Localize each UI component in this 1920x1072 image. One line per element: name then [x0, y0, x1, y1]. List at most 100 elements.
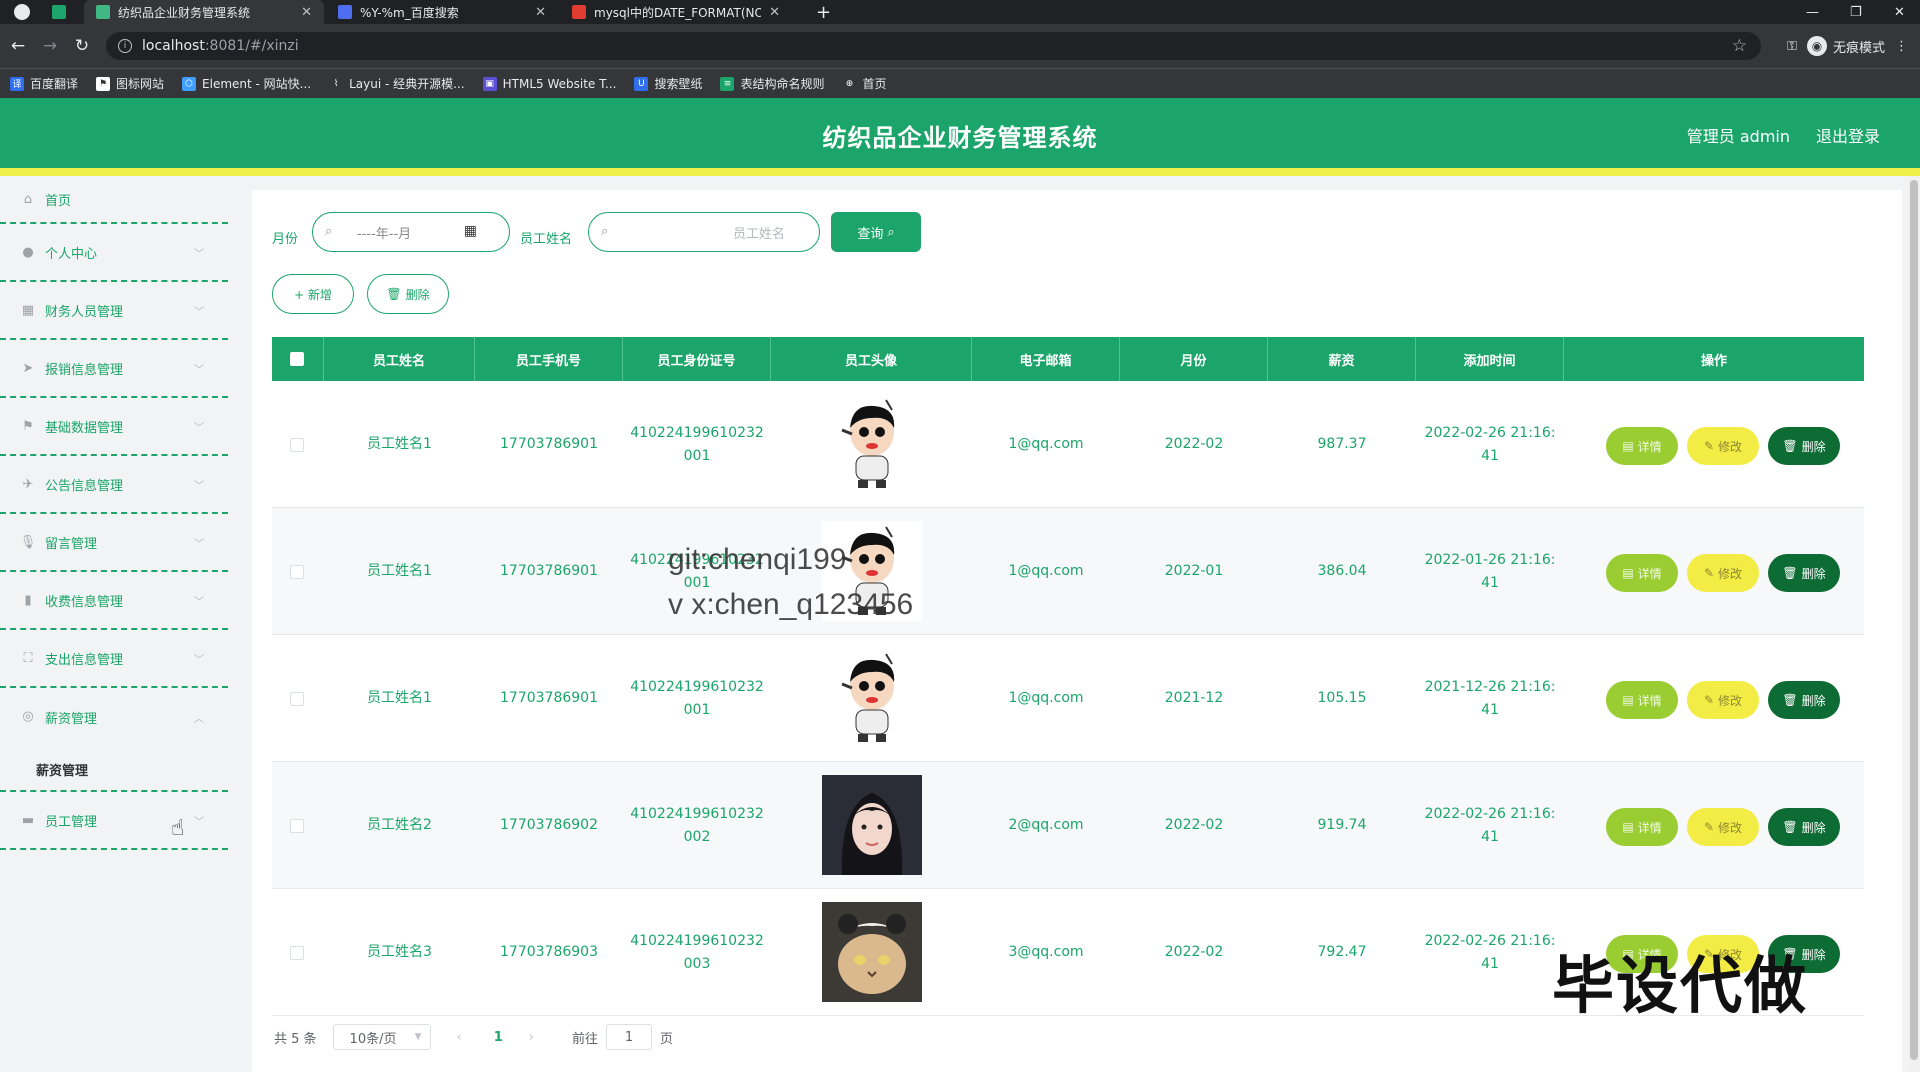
next-page-icon[interactable]: ›	[529, 1030, 534, 1045]
edit-button[interactable]: ✎ 修改	[1687, 554, 1759, 592]
sidebar-item-salary[interactable]: ◎ 薪资管理 ︿ 薪资管理	[0, 688, 228, 792]
close-icon[interactable]: ✕	[535, 5, 546, 20]
month-input[interactable]: ⌕ ----年--月 ▦	[312, 212, 510, 252]
page-size-select[interactable]: 10条/页 ▼	[332, 1024, 431, 1050]
bookmark-item[interactable]: ▣ HTML5 Website T...	[482, 76, 616, 91]
page-number-current[interactable]: 1	[494, 1030, 503, 1045]
header-accent-bar	[0, 168, 1920, 176]
url-input[interactable]: i localhost:8081/#/xinzi ☆	[106, 32, 1761, 60]
goto-page-input[interactable]: 1	[606, 1024, 653, 1050]
tab-finance-system[interactable]: 纺织品企业财务管理系统 ✕	[84, 0, 324, 24]
id-line-2: 002	[683, 828, 711, 845]
sidebar-item-expense[interactable]: ⛶ 支出信息管理 ﹀	[0, 630, 228, 688]
row-checkbox[interactable]	[290, 565, 304, 579]
col-email: 电子邮箱	[972, 337, 1120, 381]
new-tab-plus-icon[interactable]: +	[816, 0, 831, 24]
bookmark-item[interactable]: ⚑ 图标网站	[96, 75, 164, 92]
forward-arrow-icon[interactable]: →	[38, 34, 62, 58]
cell-month: 2022-02	[1164, 944, 1224, 960]
select-all-checkbox[interactable]	[290, 352, 304, 366]
edit-button[interactable]: ✎ 修改	[1687, 427, 1759, 465]
flag-icon: ⚑	[22, 418, 34, 434]
employee-name-label: 员工姓名	[520, 232, 573, 247]
sidebar-item-finance-staff[interactable]: ▦ 财务人员管理 ﹀	[0, 282, 228, 340]
bookmark-star-icon[interactable]: ☆	[1732, 36, 1747, 56]
id-line-1: 410224199610232	[630, 678, 764, 695]
scrollbar-thumb[interactable]	[1910, 180, 1918, 1060]
browser-menu-icon[interactable]	[14, 4, 30, 20]
info-icon[interactable]: i	[118, 39, 132, 53]
sidebar-item-reimbursement[interactable]: ➤ 报销信息管理 ﹀	[0, 340, 228, 398]
batch-delete-button[interactable]: 🗑 删除	[367, 274, 449, 314]
employee-name-input[interactable]: ⌕ 员工姓名	[588, 212, 820, 252]
page-scrollbar[interactable]	[1908, 176, 1920, 1072]
row-checkbox[interactable]	[290, 692, 304, 706]
sidebar-item-income[interactable]: ▮ 收费信息管理 ﹀	[0, 572, 228, 630]
close-icon[interactable]: ✕	[301, 5, 312, 20]
sidebar-item-base-data[interactable]: ⚑ 基础数据管理 ﹀	[0, 398, 228, 456]
app-favicon-icon[interactable]	[52, 5, 66, 19]
row-checkbox[interactable]	[290, 819, 304, 833]
prev-page-icon[interactable]: ‹	[457, 1030, 462, 1045]
cell-month: 2022-01	[1164, 563, 1224, 579]
time-line-2: 41	[1481, 701, 1499, 718]
bookmark-item[interactable]: ⬡ Element - 网站快...	[182, 75, 311, 92]
row-checkbox[interactable]	[290, 438, 304, 452]
col-avatar: 员工头像	[771, 337, 972, 381]
restore-icon[interactable]: ❐	[1850, 0, 1862, 24]
incognito-icon: ◉	[1806, 36, 1827, 56]
col-month: 月份	[1120, 337, 1268, 381]
add-button[interactable]: + 新增	[272, 274, 354, 314]
detail-button[interactable]: ▤ 详情	[1606, 427, 1678, 465]
page-suffix: 页	[660, 1031, 674, 1047]
time-line-1: 2022-02-26 21:16:	[1424, 805, 1556, 822]
reload-icon[interactable]: ↻	[70, 34, 94, 58]
row-checkbox[interactable]	[290, 946, 304, 960]
delete-button[interactable]: 🗑 删除	[1768, 808, 1840, 846]
table-icon: ≡	[720, 76, 735, 91]
detail-button[interactable]: ▤ 详情	[1606, 554, 1678, 592]
mouse-pointer-icon: ☝	[171, 816, 185, 841]
bookmark-item[interactable]: ⊕ 首页	[842, 75, 887, 92]
employee-avatar	[821, 902, 922, 1002]
calendar-icon[interactable]: ▦	[464, 223, 477, 239]
delete-button[interactable]: 🗑 删除	[1768, 427, 1840, 465]
window-close-icon[interactable]: ✕	[1894, 0, 1905, 24]
bookmark-item[interactable]: ⌇ Layui - 经典开源模...	[329, 75, 465, 92]
sidebar-item-notice[interactable]: ✈ 公告信息管理 ﹀	[0, 456, 228, 514]
watermark-wechat: v x:chen_q123456	[668, 588, 914, 621]
edit-button[interactable]: ✎ 修改	[1687, 681, 1759, 719]
send-icon: ➤	[22, 360, 34, 376]
translate-icon: 译	[10, 76, 24, 91]
logout-link[interactable]: 退出登录	[1816, 123, 1880, 147]
bookmark-item[interactable]: ≡ 表结构命名规则	[720, 75, 824, 92]
delete-button[interactable]: 🗑 删除	[1768, 681, 1840, 719]
query-button[interactable]: 查询 ⌕	[831, 212, 921, 252]
sidebar-item-profile[interactable]: ● 个人中心 ﹀	[0, 224, 228, 282]
detail-button[interactable]: ▤ 详情	[1606, 808, 1678, 846]
employee-avatar	[821, 648, 922, 748]
col-added-time: 添加时间	[1416, 337, 1564, 381]
back-arrow-icon[interactable]: ←	[6, 34, 30, 58]
sidebar-item-employee[interactable]: ▬ 员工管理 ﹀	[0, 792, 228, 850]
tab-mysql[interactable]: mysql中的DATE_FORMAT(NO ✕	[560, 0, 792, 24]
cell-name: 员工姓名2	[367, 817, 432, 833]
cell-salary: 987.37	[1317, 436, 1367, 452]
minimize-icon[interactable]: —	[1806, 0, 1819, 24]
bookmark-item[interactable]: U 搜索壁纸	[634, 75, 702, 92]
edit-button[interactable]: ✎ 修改	[1687, 808, 1759, 846]
tab-baidu-search[interactable]: %Y-%m_百度搜索 ✕	[326, 0, 558, 24]
sidebar-subitem-salary[interactable]: 薪资管理	[36, 760, 88, 779]
key-icon[interactable]: ⚿	[1787, 39, 1797, 54]
sidebar-item-home[interactable]: ⌂ 首页	[0, 176, 228, 224]
close-icon[interactable]: ✕	[769, 5, 780, 20]
sidebar-item-message[interactable]: 🎙 留言管理 ﹀	[0, 514, 228, 572]
col-operations: 操作	[1700, 353, 1727, 369]
detail-button[interactable]: ▤ 详情	[1606, 681, 1678, 719]
bookmark-item[interactable]: 译百度翻译	[10, 75, 78, 92]
incognito-indicator[interactable]: ◉ 无痕模式	[1806, 36, 1885, 56]
more-vertical-icon[interactable]: ⋮	[1895, 39, 1908, 54]
delete-button[interactable]: 🗑 删除	[1768, 554, 1840, 592]
col-salary: 薪资	[1268, 337, 1416, 381]
cell-phone: 17703786901	[500, 690, 598, 706]
